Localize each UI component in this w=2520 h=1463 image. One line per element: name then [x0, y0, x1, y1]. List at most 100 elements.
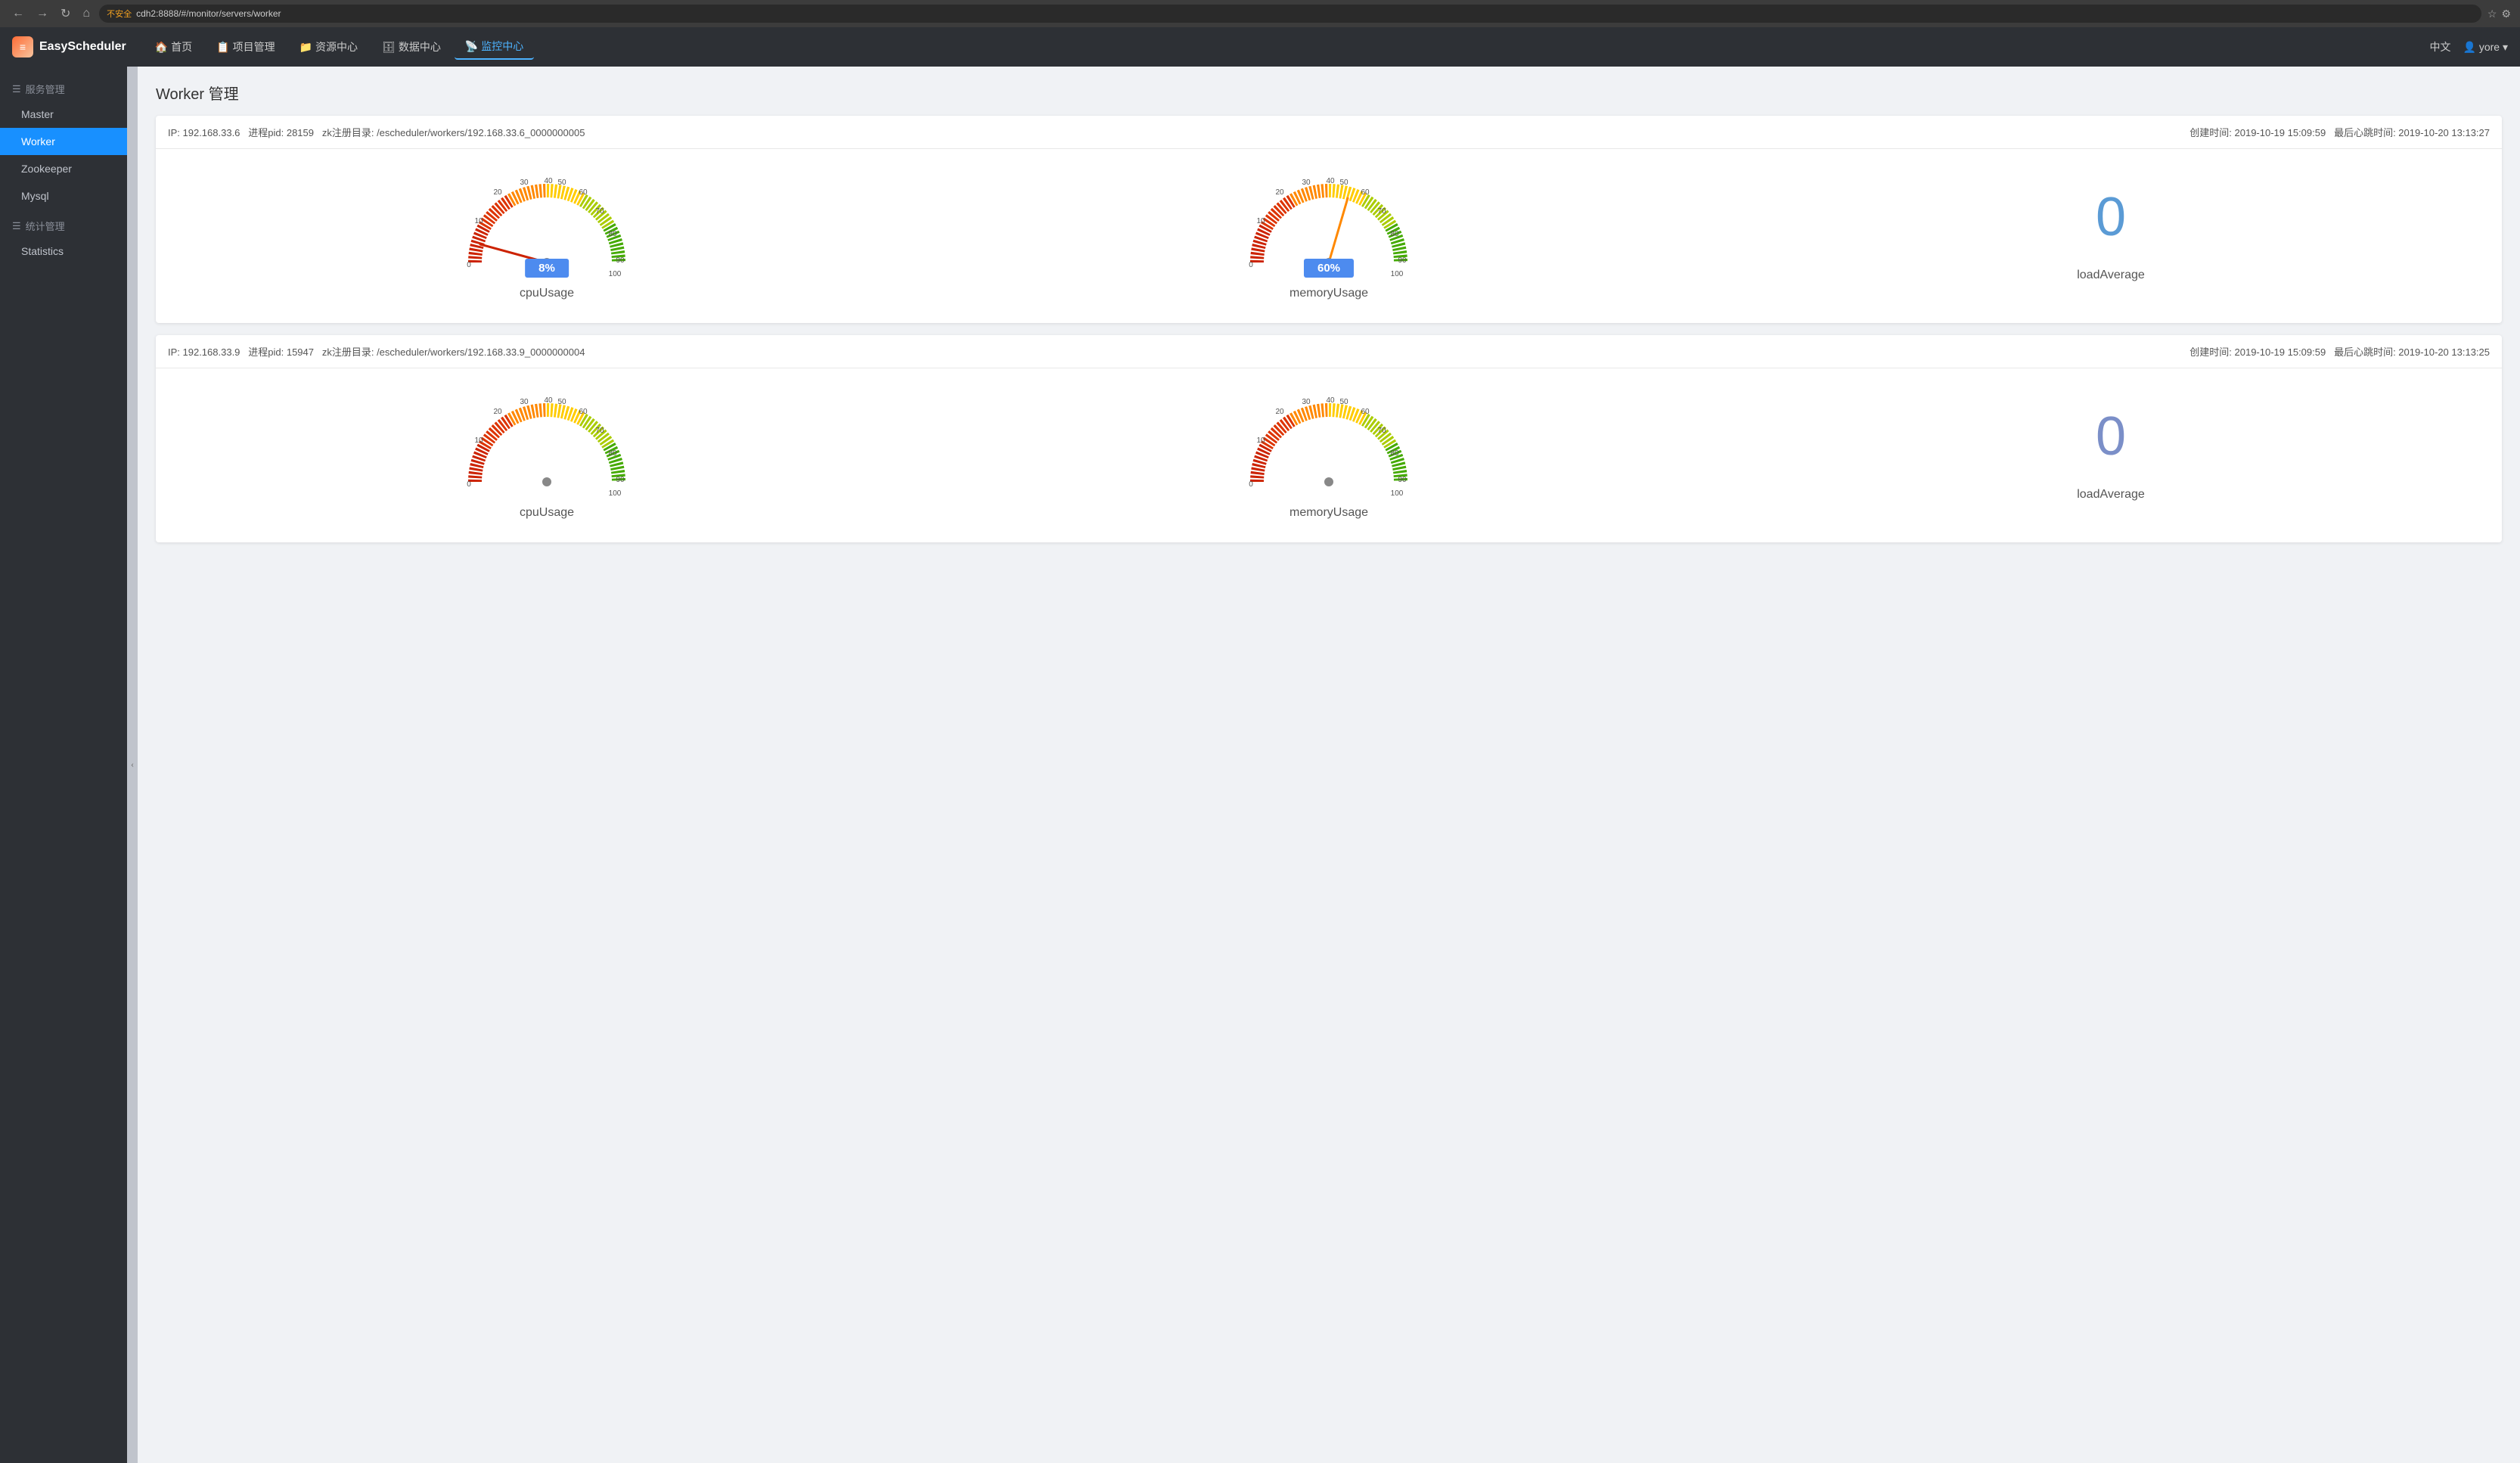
svg-text:50: 50 — [1339, 398, 1348, 406]
service-group-icon: ☰ — [12, 83, 21, 95]
header-right: 中文 👤 yore ▾ — [2430, 39, 2508, 54]
worker-1-metrics: 0 10 20 30 40 50 60 70 80 90 100 — [156, 149, 2502, 323]
cpu-gauge-2: 0 10 20 30 40 50 60 70 80 90 100 — [464, 391, 630, 497]
user-menu[interactable]: 👤 yore ▾ — [2463, 41, 2508, 54]
forward-button[interactable]: → — [33, 5, 51, 22]
svg-text:30: 30 — [1302, 179, 1311, 187]
svg-text:60: 60 — [1361, 188, 1370, 197]
sidebar-item-worker[interactable]: Worker — [0, 128, 127, 155]
load-avg-1-value: 0 — [2096, 190, 2126, 244]
lang-switch[interactable]: 中文 — [2430, 39, 2451, 54]
worker-2-heartbeat: 最后心跳时间: 2019-10-20 13:13:25 — [2334, 346, 2490, 358]
content-area: Worker 管理 IP: 192.168.33.6 进程pid: 28159 … — [138, 67, 2520, 1463]
svg-text:10: 10 — [474, 217, 483, 225]
worker-1-ip: IP: 192.168.33.6 — [168, 127, 240, 138]
home-button[interactable]: ⌂ — [79, 5, 93, 22]
memory-gauge-1: 0 10 20 30 40 50 60 70 80 90 100 — [1246, 172, 1412, 278]
worker-1-memory: 0 10 20 30 40 50 60 70 80 90 100 — [938, 164, 1720, 308]
worker-1-pid: 进程pid: 28159 — [248, 127, 314, 138]
sidebar-group-service: ☰ 服务管理 — [0, 73, 127, 101]
worker-2-cpu: 0 10 20 30 40 50 60 70 80 90 100 — [156, 384, 938, 527]
security-warning: 不安全 — [107, 8, 132, 20]
worker-2-load: 0 loadAverage — [1720, 402, 2502, 509]
url-text: cdh2:8888/#/monitor/servers/worker — [136, 8, 281, 19]
nav-project[interactable]: 📋 项目管理 — [206, 34, 285, 60]
svg-text:100: 100 — [1391, 270, 1404, 278]
svg-text:80: 80 — [608, 449, 617, 458]
main-nav: 🏠 首页 📋 项目管理 📁 资源中心 🗄 数据中心 📡 监控中心 — [144, 34, 2412, 60]
worker-1-heartbeat: 最后心跳时间: 2019-10-20 13:13:27 — [2334, 127, 2490, 138]
svg-text:40: 40 — [544, 396, 553, 405]
sidebar-group-stats: ☰ 统计管理 — [0, 210, 127, 238]
browser-bar: ← → ↻ ⌂ 不安全 cdh2:8888/#/monitor/servers/… — [0, 0, 2520, 27]
worker-card-2: IP: 192.168.33.9 进程pid: 15947 zk注册目录: /e… — [156, 335, 2502, 542]
svg-text:100: 100 — [1391, 489, 1404, 497]
memory-metric-label-1: memoryUsage — [1289, 287, 1368, 300]
svg-text:40: 40 — [1326, 177, 1335, 185]
sidebar-item-master[interactable]: Master — [0, 101, 127, 128]
worker-1-create: 创建时间: 2019-10-19 15:09:59 — [2189, 127, 2326, 138]
app-header: ≡ EasyScheduler 🏠 首页 📋 项目管理 📁 资源中心 🗄 数据中… — [0, 27, 2520, 67]
worker-1-header: IP: 192.168.33.6 进程pid: 28159 zk注册目录: /e… — [156, 116, 2502, 149]
worker-1-info: IP: 192.168.33.6 进程pid: 28159 zk注册目录: /e… — [168, 125, 585, 139]
svg-text:100: 100 — [609, 270, 622, 278]
svg-text:70: 70 — [1377, 207, 1386, 216]
svg-text:90: 90 — [1398, 476, 1407, 484]
extensions-icon[interactable]: ⚙ — [2501, 8, 2511, 20]
worker-2-memory: 0 10 20 30 40 50 60 70 80 90 100 — [938, 384, 1720, 527]
worker-2-ip: IP: 192.168.33.9 — [168, 346, 240, 358]
sidebar-item-statistics[interactable]: Statistics — [0, 238, 127, 265]
sidebar: ☰ 服务管理 Master Worker Zookeeper Mysql ☰ 统… — [0, 67, 127, 1463]
svg-text:10: 10 — [1256, 436, 1265, 445]
svg-text:70: 70 — [595, 427, 604, 435]
worker-1-times: 创建时间: 2019-10-19 15:09:59 最后心跳时间: 2019-1… — [2189, 125, 2490, 139]
svg-text:40: 40 — [544, 177, 553, 185]
logo-text: EasyScheduler — [39, 40, 126, 54]
main-layout: ☰ 服务管理 Master Worker Zookeeper Mysql ☰ 统… — [0, 67, 2520, 1463]
sidebar-item-mysql[interactable]: Mysql — [0, 182, 127, 210]
memory-gauge-1-label: 60% — [1304, 259, 1354, 278]
load-metric-label-1: loadAverage — [2077, 269, 2145, 282]
svg-text:10: 10 — [474, 436, 483, 445]
address-bar[interactable]: 不安全 cdh2:8888/#/monitor/servers/worker — [99, 5, 2481, 23]
svg-text:30: 30 — [520, 179, 529, 187]
svg-text:20: 20 — [1275, 408, 1284, 416]
cpu-gauge-1: 0 10 20 30 40 50 60 70 80 90 100 — [464, 172, 630, 278]
svg-text:90: 90 — [616, 476, 625, 484]
svg-text:70: 70 — [595, 207, 604, 216]
svg-text:90: 90 — [1398, 256, 1407, 265]
nav-data[interactable]: 🗄 数据中心 — [371, 34, 452, 60]
svg-text:50: 50 — [557, 179, 566, 187]
logo: ≡ EasyScheduler — [12, 36, 126, 57]
worker-2-header: IP: 192.168.33.9 进程pid: 15947 zk注册目录: /e… — [156, 335, 2502, 368]
svg-text:0: 0 — [467, 480, 471, 489]
svg-text:20: 20 — [1275, 188, 1284, 197]
svg-text:20: 20 — [493, 408, 502, 416]
svg-text:60: 60 — [1361, 408, 1370, 416]
svg-text:90: 90 — [616, 256, 625, 265]
service-group-label: 服务管理 — [26, 82, 65, 96]
logo-icon: ≡ — [12, 36, 33, 57]
svg-text:80: 80 — [1390, 230, 1399, 238]
page-title: Worker 管理 — [156, 82, 2502, 104]
svg-text:80: 80 — [608, 230, 617, 238]
bookmark-icon[interactable]: ☆ — [2487, 8, 2497, 20]
svg-text:100: 100 — [609, 489, 622, 497]
reload-button[interactable]: ↻ — [57, 5, 73, 23]
nav-home[interactable]: 🏠 首页 — [144, 34, 203, 60]
worker-2-times: 创建时间: 2019-10-19 15:09:59 最后心跳时间: 2019-1… — [2189, 344, 2490, 359]
worker-2-info: IP: 192.168.33.9 进程pid: 15947 zk注册目录: /e… — [168, 344, 585, 359]
memory-metric-label-2: memoryUsage — [1289, 506, 1368, 520]
svg-text:30: 30 — [520, 398, 529, 406]
back-button[interactable]: ← — [9, 5, 27, 22]
svg-text:10: 10 — [1256, 217, 1265, 225]
nav-monitor[interactable]: 📡 监控中心 — [455, 34, 534, 60]
sidebar-collapse-handle[interactable]: ‹ — [127, 67, 138, 1463]
worker-2-metrics: 0 10 20 30 40 50 60 70 80 90 100 — [156, 368, 2502, 542]
cpu-metric-label-2: cpuUsage — [520, 506, 574, 520]
worker-card-1: IP: 192.168.33.6 进程pid: 28159 zk注册目录: /e… — [156, 116, 2502, 323]
nav-resource[interactable]: 📁 资源中心 — [289, 34, 368, 60]
svg-text:50: 50 — [557, 398, 566, 406]
sidebar-item-zookeeper[interactable]: Zookeeper — [0, 155, 127, 182]
worker-1-cpu: 0 10 20 30 40 50 60 70 80 90 100 — [156, 164, 938, 308]
